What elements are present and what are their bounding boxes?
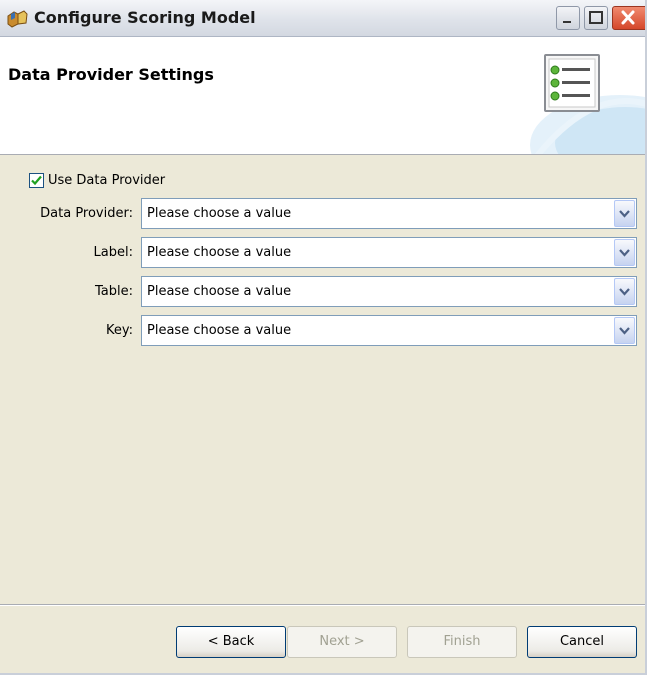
- wizard-window: Configure Scoring Model Data Provider Se…: [0, 0, 647, 675]
- page-title: Data Provider Settings: [8, 65, 214, 84]
- table-value: Please choose a value: [147, 284, 292, 299]
- checkbox-box[interactable]: [29, 172, 44, 188]
- table-select[interactable]: Please choose a value: [141, 276, 637, 307]
- label-select[interactable]: Please choose a value: [141, 237, 637, 268]
- minimize-icon: [563, 21, 571, 23]
- minimize-button[interactable]: [556, 6, 580, 30]
- chevron-down-icon: [619, 288, 630, 296]
- label-field-label: Label:: [93, 245, 133, 260]
- chevron-down-icon: [619, 210, 630, 218]
- title-bar[interactable]: Configure Scoring Model: [0, 0, 645, 37]
- settings-list-icon: [544, 54, 600, 112]
- maximize-icon: [589, 11, 603, 24]
- key-field-label: Key:: [105, 323, 133, 338]
- maximize-button[interactable]: [584, 6, 608, 30]
- app-icon: [6, 10, 28, 28]
- finish-button[interactable]: Finish: [407, 626, 517, 658]
- chevron-down-icon: [619, 327, 630, 335]
- wizard-header: Data Provider Settings: [0, 37, 645, 155]
- use-data-provider-checkbox[interactable]: Use Data Provider: [29, 171, 165, 189]
- table-field-label: Table:: [95, 284, 133, 299]
- data-provider-label: Data Provider:: [40, 206, 133, 221]
- dropdown-button[interactable]: [614, 278, 635, 305]
- label-value: Please choose a value: [147, 245, 292, 260]
- close-button[interactable]: [612, 6, 645, 30]
- checkmark-icon: [31, 175, 42, 185]
- key-value: Please choose a value: [147, 323, 292, 338]
- cancel-button[interactable]: Cancel: [527, 626, 637, 658]
- back-button[interactable]: < Back: [176, 626, 286, 658]
- data-provider-select[interactable]: Please choose a value: [141, 198, 637, 229]
- window-title: Configure Scoring Model: [34, 8, 256, 27]
- dropdown-button[interactable]: [614, 317, 635, 344]
- key-select[interactable]: Please choose a value: [141, 315, 637, 346]
- close-icon: [621, 10, 635, 25]
- next-button[interactable]: Next >: [287, 626, 397, 658]
- wizard-content: Use Data Provider Data Provider: Please …: [0, 155, 645, 603]
- chevron-down-icon: [619, 249, 630, 257]
- dropdown-button[interactable]: [614, 200, 635, 227]
- button-bar: < Back Next > Finish Cancel: [0, 604, 645, 673]
- use-data-provider-label: Use Data Provider: [48, 172, 166, 188]
- data-provider-value: Please choose a value: [147, 206, 292, 221]
- dropdown-button[interactable]: [614, 239, 635, 266]
